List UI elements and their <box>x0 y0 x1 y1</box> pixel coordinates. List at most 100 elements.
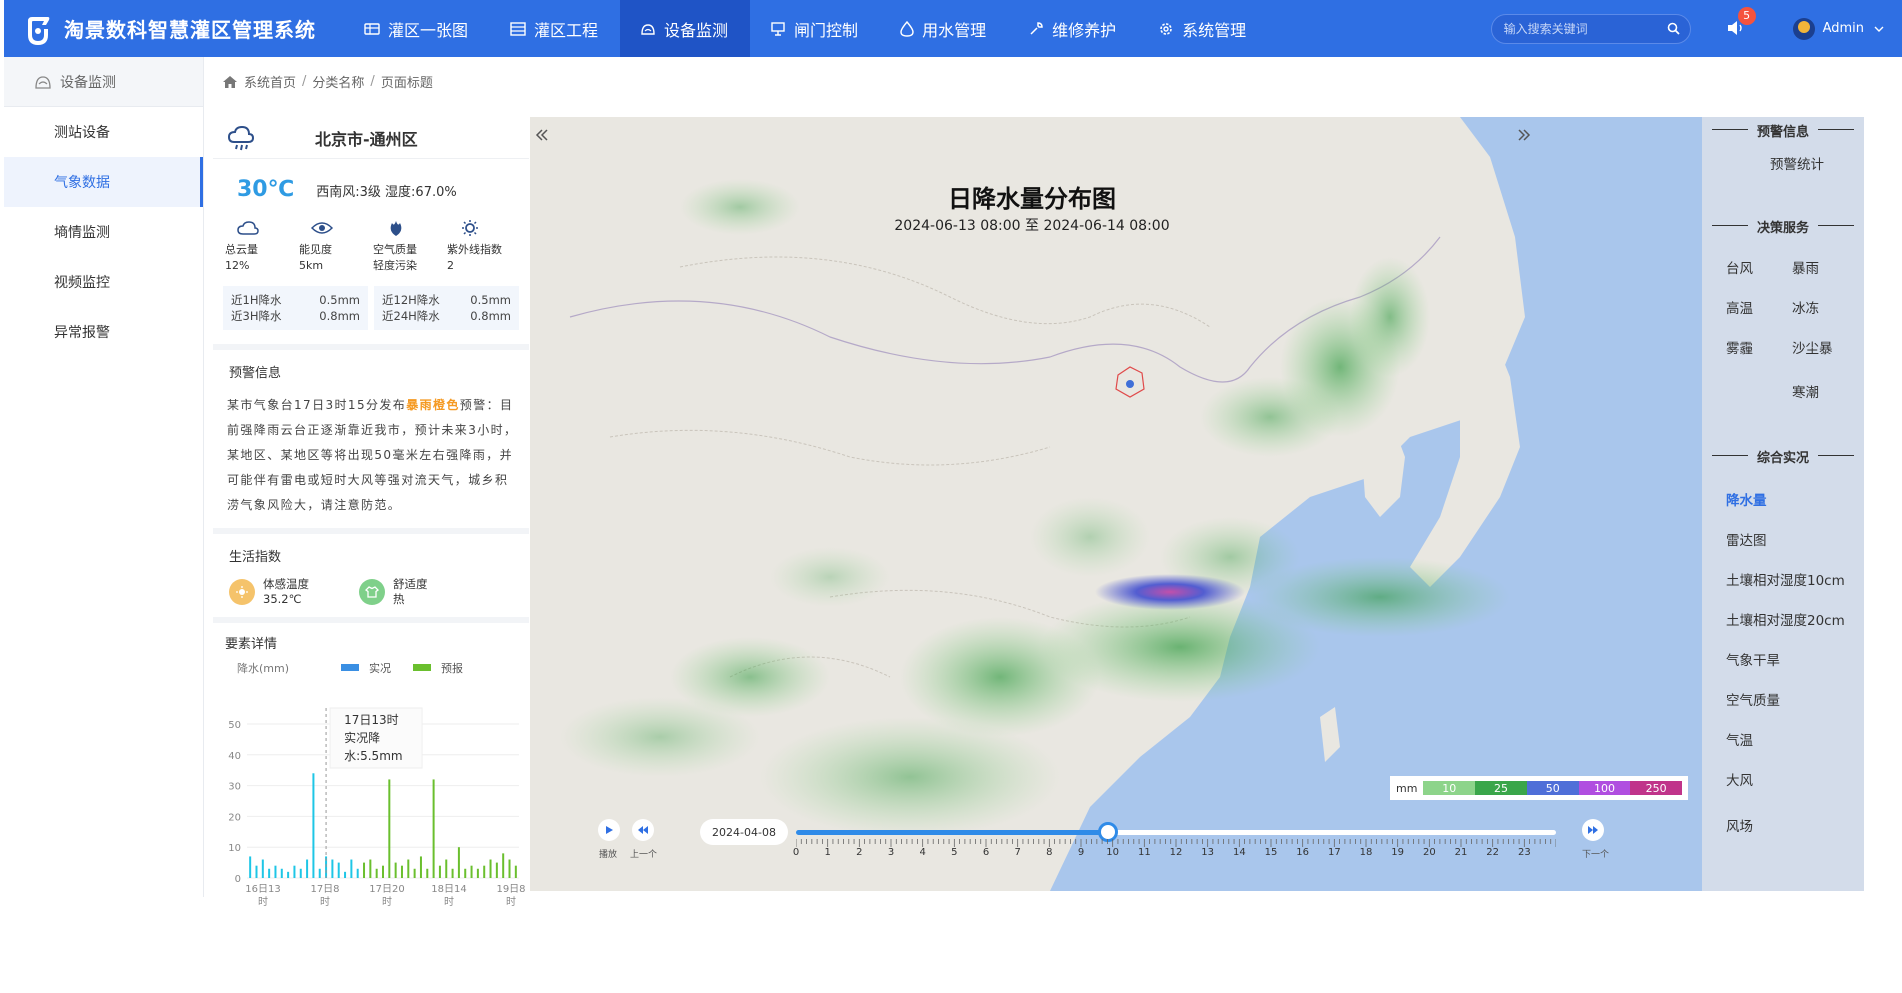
menu-soil-moisture-20cm[interactable]: 土壤相对湿度20cm <box>1726 609 1845 629</box>
chart-bar-forecast[interactable] <box>502 853 505 878</box>
monitor-icon <box>35 75 51 89</box>
brand[interactable]: 淘景数科智慧灌区管理系统 <box>4 0 344 57</box>
life-index-value: 热 <box>393 592 405 606</box>
notification-badge: 5 <box>1737 6 1756 25</box>
chart-bar-observed[interactable] <box>255 865 258 878</box>
chart-bar-forecast[interactable] <box>508 859 511 878</box>
chart-bar-forecast[interactable] <box>483 865 486 878</box>
sidebar-item-weather-data[interactable]: 气象数据 <box>4 157 203 207</box>
play-button[interactable] <box>598 819 620 841</box>
next-button[interactable] <box>1582 819 1604 841</box>
nav-item-maintenance[interactable]: 维修养护 <box>1008 0 1138 57</box>
chart-bar-observed[interactable] <box>306 859 309 878</box>
nav-label: 用水管理 <box>922 20 987 40</box>
time-slider-track[interactable] <box>796 830 1556 835</box>
chart-x-tick-label: 16日13 时 <box>245 884 280 908</box>
slider-hour-label: 23 <box>1517 847 1531 858</box>
chart-bar-forecast[interactable] <box>438 865 441 878</box>
wrench-icon <box>1030 21 1043 35</box>
chart-bar-forecast[interactable] <box>413 868 416 878</box>
menu-haze[interactable]: 雾霾 <box>1726 337 1753 357</box>
menu-sandstorm[interactable]: 沙尘暴 <box>1792 337 1833 357</box>
rainfall-value: 0.5mm <box>470 293 511 307</box>
chart-bar-forecast[interactable] <box>464 868 467 878</box>
chart-bar-observed[interactable] <box>274 865 277 878</box>
life-index-text: 体感温度 35.2℃ <box>263 577 309 607</box>
menu-temperature[interactable]: 气温 <box>1726 729 1753 749</box>
chart-bar-forecast[interactable] <box>407 859 410 878</box>
precipitation-map[interactable]: 日降水量分布图 2024-06-13 08:00 至 2024-06-14 08… <box>530 117 1702 891</box>
menu-air-quality[interactable]: 空气质量 <box>1726 689 1780 709</box>
menu-wind-field[interactable]: 风场 <box>1726 815 1753 835</box>
chart-bar-observed[interactable] <box>350 859 353 878</box>
menu-typhoon[interactable]: 台风 <box>1726 257 1753 277</box>
menu-rainstorm[interactable]: 暴雨 <box>1792 257 1819 277</box>
chart-bar-forecast[interactable] <box>419 856 422 878</box>
chart-bar-observed[interactable] <box>312 773 315 878</box>
menu-cold-wave[interactable]: 寒潮 <box>1792 381 1819 401</box>
nav-item-device-monitoring[interactable]: 设备监测 <box>620 0 751 57</box>
chart-bar-observed[interactable] <box>261 859 264 878</box>
notification-button[interactable]: 5 <box>1725 6 1756 41</box>
menu-high-temperature[interactable]: 高温 <box>1726 297 1753 317</box>
sidebar-item-alarms[interactable]: 异常报警 <box>4 307 203 357</box>
chart-bar-forecast[interactable] <box>476 868 479 878</box>
chart-bar-observed[interactable] <box>268 868 271 878</box>
menu-soil-moisture-10cm[interactable]: 土壤相对湿度10cm <box>1726 569 1845 589</box>
chart-bar-forecast[interactable] <box>495 862 498 878</box>
search-box[interactable] <box>1490 13 1691 44</box>
collapse-right-button[interactable] <box>1514 125 1534 145</box>
chart-bar-forecast[interactable] <box>426 868 429 878</box>
menu-warning-statistics[interactable]: 预警统计 <box>1770 153 1824 173</box>
search-icon[interactable] <box>1667 22 1680 35</box>
chart-bar-observed[interactable] <box>318 868 321 878</box>
nav-item-gate-control[interactable]: 闸门控制 <box>750 0 880 57</box>
app-title: 淘景数科智慧灌区管理系统 <box>64 18 316 42</box>
chart-bar-observed[interactable] <box>249 856 252 878</box>
chart-bar-forecast[interactable] <box>432 779 435 878</box>
legend-tick: 250 <box>1645 781 1667 795</box>
chart-bar-forecast[interactable] <box>388 779 391 878</box>
home-icon[interactable] <box>222 75 238 89</box>
chart-bar-forecast[interactable] <box>470 865 473 878</box>
menu-drought[interactable]: 气象干旱 <box>1726 649 1780 669</box>
breadcrumb-home[interactable]: 系统首页 <box>244 72 296 91</box>
chart-bar-observed[interactable] <box>344 871 347 878</box>
chart-bar-forecast[interactable] <box>457 847 460 878</box>
chart-bar-observed[interactable] <box>299 868 302 878</box>
chart-bar-observed[interactable] <box>287 871 290 878</box>
chart-bar-forecast[interactable] <box>514 865 517 878</box>
chart-bar-forecast[interactable] <box>445 859 448 878</box>
chart-bar-forecast[interactable] <box>451 868 454 878</box>
chart-bar-observed[interactable] <box>356 868 359 878</box>
chart-bar-forecast[interactable] <box>394 862 397 878</box>
sidebar-item-station-devices[interactable]: 测站设备 <box>4 107 203 157</box>
nav-item-irrigation-map[interactable]: 灌区一张图 <box>344 0 490 57</box>
nav-item-water-management[interactable]: 用水管理 <box>880 0 1008 57</box>
chart-bar-forecast[interactable] <box>382 865 384 878</box>
chart-bar-forecast[interactable] <box>369 859 372 878</box>
menu-strong-wind[interactable]: 大风 <box>1726 769 1753 789</box>
previous-button[interactable] <box>632 819 654 841</box>
chart-bar-observed[interactable] <box>337 862 340 878</box>
menu-radar[interactable]: 雷达图 <box>1726 529 1767 549</box>
user-menu[interactable]: Admin <box>1792 17 1884 40</box>
nav-item-irrigation-engineering[interactable]: 灌区工程 <box>490 0 620 57</box>
chart-bar-forecast[interactable] <box>489 859 492 878</box>
chart-bar-observed[interactable] <box>331 859 334 878</box>
nav-label: 系统管理 <box>1182 20 1247 40</box>
nav-item-system-management[interactable]: 系统管理 <box>1138 0 1268 57</box>
breadcrumb-category[interactable]: 分类名称 <box>312 72 364 91</box>
gear-icon <box>1160 22 1172 35</box>
chart-bar-forecast[interactable] <box>363 862 366 878</box>
menu-precipitation[interactable]: 降水量 <box>1726 489 1767 509</box>
sidebar-item-soil-moisture[interactable]: 墒情监测 <box>4 207 203 257</box>
chart-bar-forecast[interactable] <box>375 868 378 878</box>
search-input[interactable] <box>1503 21 1667 36</box>
chart-bar-observed[interactable] <box>280 868 283 878</box>
menu-freezing[interactable]: 冰冻 <box>1792 297 1819 317</box>
collapse-left-button[interactable] <box>532 125 552 145</box>
chart-bar-forecast[interactable] <box>400 865 403 878</box>
sidebar-item-video-monitoring[interactable]: 视频监控 <box>4 257 203 307</box>
chart-bar-observed[interactable] <box>293 865 296 878</box>
